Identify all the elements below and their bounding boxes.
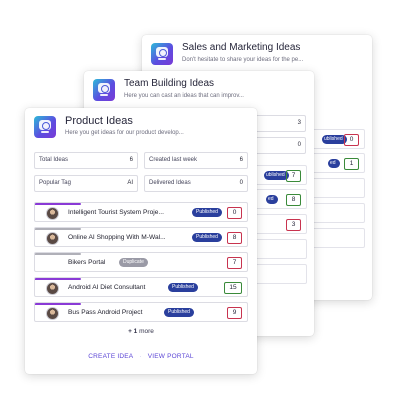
avatar	[46, 282, 59, 295]
separator: ·	[139, 353, 142, 360]
card-subtitle: Here you can cast an ideas that can impr…	[124, 93, 244, 99]
stat-delivered-ideas: Delivered Ideas 0	[144, 175, 248, 192]
product-ideas-card: Product Ideas Here you get ideas for our…	[25, 108, 257, 374]
idea-row[interactable]: Intelligent Tourist System Proje... Publ…	[34, 202, 248, 222]
card-footer: CREATE IDEA · VIEW PORTAL	[25, 353, 257, 360]
card-title: Product Ideas	[65, 115, 133, 127]
status-badge: ed	[266, 195, 278, 204]
accent-bar	[35, 303, 81, 305]
board-logo-icon	[151, 43, 173, 65]
idea-title: Android AI Diet Consultant	[68, 284, 146, 291]
vote-count: 7	[227, 257, 242, 269]
card-title: Sales and Marketing Ideas	[182, 42, 301, 53]
vote-count: 1	[344, 158, 359, 170]
idea-title: Intelligent Tourist System Proje...	[68, 209, 164, 216]
vote-count: 0	[344, 134, 359, 146]
card-header: Sales and Marketing Ideas Don't hesitate…	[151, 42, 364, 71]
idea-row[interactable]: Bus Pass Android Project Published 9	[34, 302, 248, 322]
idea-title: Bikers Portal	[68, 259, 106, 266]
card-subtitle: Don't hesitate to share your ideas for t…	[182, 57, 304, 63]
idea-row[interactable]: Android AI Diet Consultant Published 15	[34, 277, 248, 297]
avatar	[46, 207, 59, 220]
stat-created-last-week: Created last week 6	[144, 152, 248, 169]
create-idea-button[interactable]: CREATE IDEA	[88, 353, 133, 360]
vote-count: 3	[286, 219, 301, 231]
vote-count: 15	[224, 282, 242, 294]
vote-count: 7	[286, 170, 301, 182]
idea-row[interactable]: Online AI Shopping With M-Wal... Publish…	[34, 227, 248, 247]
accent-bar	[35, 253, 81, 255]
card-header: Team Building Ideas Here you can cast an…	[93, 78, 306, 107]
view-portal-button[interactable]: VIEW PORTAL	[148, 353, 194, 360]
vote-count: 8	[227, 232, 242, 244]
accent-bar	[35, 228, 81, 230]
status-badge: Published	[192, 233, 222, 242]
status-badge: Published	[164, 308, 194, 317]
status-badge: ed	[328, 159, 340, 168]
card-title: Team Building Ideas	[124, 78, 215, 89]
card-header: Product Ideas Here you get ideas for our…	[34, 115, 249, 144]
vote-count: 9	[227, 307, 242, 319]
avatar	[46, 232, 59, 245]
stat-total-ideas: Total Ideas 6	[34, 152, 138, 169]
idea-row[interactable]: Bikers Portal Duplicate 7	[34, 252, 248, 272]
board-logo-icon	[34, 116, 56, 138]
board-logo-icon	[93, 79, 115, 101]
status-badge: Published	[192, 208, 222, 217]
status-badge: Duplicate	[119, 258, 148, 267]
idea-title: Online AI Shopping With M-Wal...	[68, 234, 166, 241]
accent-bar	[35, 278, 81, 280]
status-badge: Published	[168, 283, 198, 292]
avatar	[46, 307, 59, 320]
vote-count: 0	[227, 207, 242, 219]
accent-bar	[35, 203, 81, 205]
more-ideas-link[interactable]: + 1 more	[25, 328, 257, 335]
idea-title: Bus Pass Android Project	[68, 309, 143, 316]
status-badge: ublished	[322, 135, 347, 144]
vote-count: 8	[286, 194, 301, 206]
card-subtitle: Here you get ideas for our product devel…	[65, 130, 184, 136]
status-badge: ublished	[264, 171, 289, 180]
stat-popular-tag: Popular Tag AI	[34, 175, 138, 192]
